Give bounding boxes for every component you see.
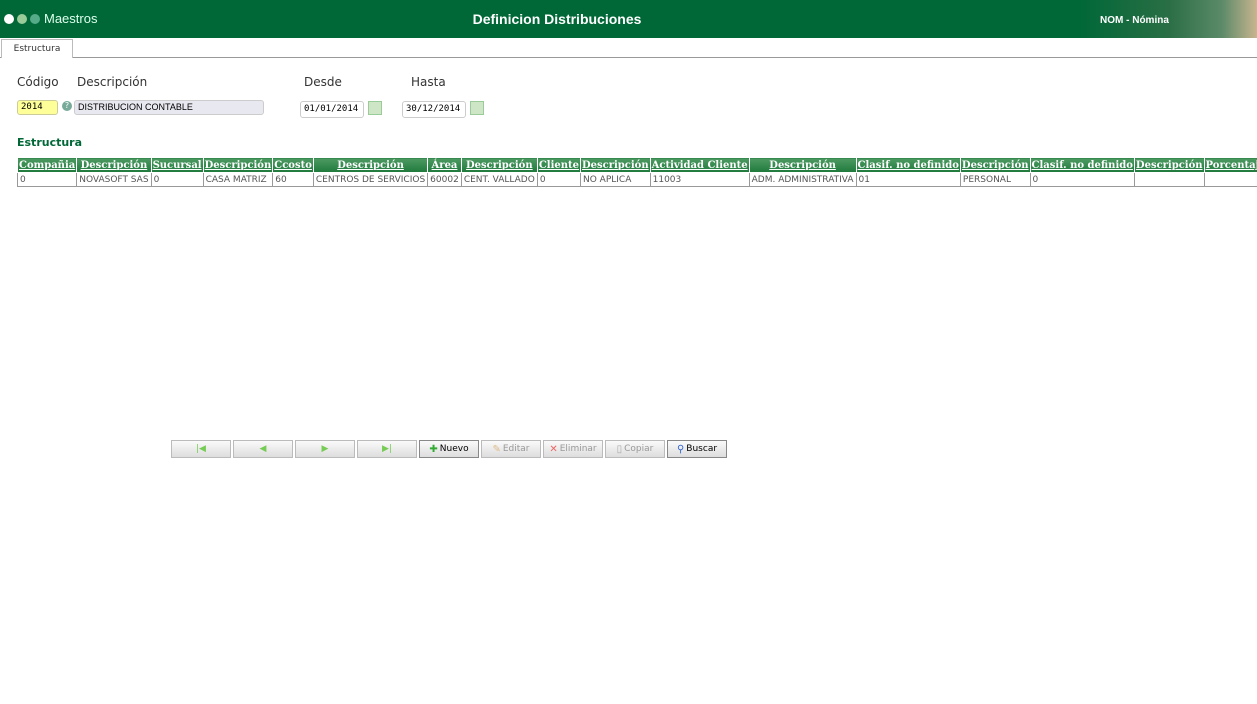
hasta-label: Hasta: [411, 75, 446, 89]
toolbar: |◀ ◀ ▶ ▶| ✚ Nuevo ✎ Editar ✕ Eliminar ▯ Copi…: [171, 440, 727, 458]
column-header[interactable]: Descripción: [748, 157, 857, 173]
page-title: Definicion Distribuciones: [472, 11, 642, 27]
nuevo-button[interactable]: ✚ Nuevo: [419, 440, 479, 458]
table-cell: 60002: [427, 172, 462, 187]
codigo-label: Código: [17, 75, 59, 89]
column-header[interactable]: Clasif. no definido: [1029, 157, 1135, 173]
column-header[interactable]: Sucursal: [150, 157, 204, 173]
desde-input[interactable]: 01/01/2014: [300, 101, 364, 118]
editar-button[interactable]: ✎ Editar: [481, 440, 541, 458]
table-cell: [1203, 172, 1257, 187]
header-bar: Maestros Definicion Distribuciones NOM -…: [0, 0, 1257, 38]
column-header[interactable]: Descripción: [579, 157, 651, 173]
column-header[interactable]: Descripción: [959, 157, 1031, 173]
tab-bar: Estructura: [0, 38, 1257, 58]
eliminar-button[interactable]: ✕ Eliminar: [543, 440, 603, 458]
help-icon[interactable]: ?: [62, 101, 72, 111]
table-cell: 0: [150, 172, 204, 187]
plus-icon: ✚: [429, 443, 438, 455]
table-cell: PERSONAL: [959, 172, 1031, 187]
buscar-button[interactable]: ⚲ Buscar: [667, 440, 727, 458]
table-cell: CENTROS DE SERVICIOS: [312, 172, 429, 187]
pencil-icon: ✎: [492, 443, 501, 455]
last-icon: ▶|: [382, 444, 392, 454]
calendar-icon[interactable]: [470, 101, 484, 115]
column-header[interactable]: Actividad Cliente: [649, 157, 750, 173]
desde-label: Desde: [304, 75, 342, 89]
table-cell: 01: [855, 172, 961, 187]
column-header[interactable]: Descripción: [76, 157, 152, 173]
calendar-icon[interactable]: [368, 101, 382, 115]
nuevo-label: Nuevo: [439, 444, 469, 454]
table-cell: ADM. ADMINISTRATIVA: [748, 172, 857, 187]
column-header[interactable]: Descripción: [1133, 157, 1205, 173]
delete-x-icon: ✕: [549, 443, 558, 455]
prev-button[interactable]: ◀: [233, 440, 293, 458]
estructura-table: Compañia Descripción Sucursal Descripción Cc…: [16, 157, 1257, 187]
table-cell: CENT. VALLADO: [460, 172, 538, 187]
tab-estructura[interactable]: Estructura: [1, 39, 73, 58]
editar-label: Editar: [502, 444, 530, 454]
column-header[interactable]: Ccosto: [272, 157, 314, 173]
column-header[interactable]: Descripción: [312, 157, 429, 173]
descripcion-label: Descripción: [77, 75, 148, 89]
table-cell: CASA MATRIZ: [202, 172, 274, 187]
table-cell: [1133, 172, 1205, 187]
table-cell: 11003: [649, 172, 750, 187]
column-header[interactable]: Compañia: [16, 157, 78, 173]
column-header[interactable]: Descripción: [460, 157, 538, 173]
column-header[interactable]: Clasif. no definido: [855, 157, 961, 173]
column-header[interactable]: Cliente: [536, 157, 581, 173]
arrow-left-icon: ◀: [259, 444, 267, 454]
descripcion-input[interactable]: DISTRIBUCION CONTABLE: [74, 100, 264, 115]
buscar-label: Buscar: [686, 444, 718, 454]
copiar-button[interactable]: ▯ Copiar: [605, 440, 665, 458]
table-cell: 0: [536, 172, 581, 187]
table-cell: 0: [16, 172, 78, 187]
column-header[interactable]: Área: [427, 157, 462, 173]
column-header[interactable]: Porcentaje: [1203, 157, 1257, 173]
column-header[interactable]: Descripción: [202, 157, 274, 173]
table-cell: NOVASOFT SAS: [76, 172, 152, 187]
app-name: NOM - Nómina: [1100, 15, 1169, 26]
table-row[interactable]: 0 NOVASOFT SAS 0 CASA MATRIZ 60 CENTROS DE SE…: [16, 172, 1257, 187]
last-button[interactable]: ▶|: [357, 440, 417, 458]
eliminar-label: Eliminar: [559, 444, 597, 454]
search-icon: ⚲: [676, 443, 685, 455]
arrow-right-icon: ▶: [321, 444, 329, 454]
table-cell: 60: [272, 172, 314, 187]
hasta-input[interactable]: 30/12/2014: [402, 101, 466, 118]
table-cell: 0: [1029, 172, 1135, 187]
copiar-label: Copiar: [624, 444, 654, 454]
first-icon: |◀: [196, 444, 206, 454]
codigo-input[interactable]: 2014: [17, 100, 58, 115]
first-button[interactable]: |◀: [171, 440, 231, 458]
section-title: Estructura: [17, 136, 83, 149]
next-button[interactable]: ▶: [295, 440, 355, 458]
table-cell: NO APLICA: [579, 172, 651, 187]
copy-icon: ▯: [616, 443, 623, 455]
